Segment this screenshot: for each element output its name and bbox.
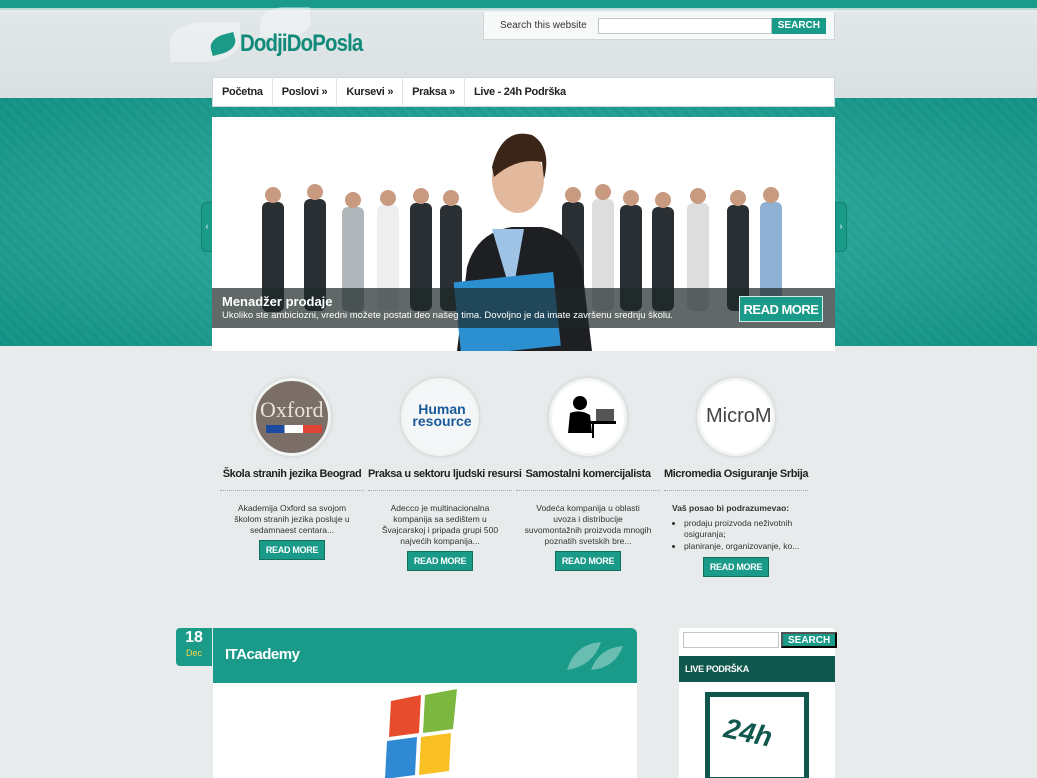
feature-read-more-button[interactable]: READ MORE	[702, 557, 770, 577]
search-input[interactable]	[598, 17, 772, 34]
featured-jobs: Oxford Škola stranih jezika Beograd Akad…	[220, 378, 840, 608]
feature-text: Vodeća kompanija u oblasti uvoza i distr…	[524, 503, 652, 546]
chevron-left-icon: ‹	[205, 221, 209, 231]
list-item: prodaju proizvoda neživotnih osiguranja;	[684, 518, 808, 540]
micromedia-logo-text: MicroM	[706, 405, 772, 427]
feature-title[interactable]: Praksa u sektoru ljudski resursi	[368, 468, 522, 491]
support-24h-badge[interactable]: 24h	[705, 692, 809, 778]
logo-text: DodjiDoPosla	[240, 30, 363, 57]
nav-item-praksa[interactable]: Praksa »	[403, 77, 466, 107]
nav-item-kursevi[interactable]: Kursevi »	[337, 77, 404, 107]
list-item: planiranje, organizovanje, ko...	[684, 541, 808, 552]
hero-slider[interactable]: Menadžer prodaje Ukoliko ste ambiciozni,…	[212, 117, 835, 351]
search-label: Search this website	[500, 20, 587, 31]
oxford-image[interactable]: Oxford	[253, 378, 331, 456]
feature-card: Human resource Praksa u sektoru ljudski …	[368, 378, 522, 571]
slide-text: Ukoliko ste ambiciozni, vredni možete po…	[222, 310, 673, 321]
feature-card: Samostalni komercijalista Vodeća kompani…	[516, 378, 660, 571]
office-silhouette-icon	[568, 396, 616, 438]
feature-title[interactable]: Samostalni komercijalista	[516, 468, 660, 491]
post-month: Dec	[185, 648, 202, 658]
slide-read-more-button[interactable]: READ MORE	[739, 296, 823, 322]
feature-text: Akademija Oxford sa svojom školom strani…	[234, 503, 350, 535]
sidebar-search: SEARCH	[679, 628, 838, 652]
post-date-badge: 18 Dec	[176, 628, 212, 666]
feature-card: MicroM Micromedia Osiguranje Srbija Vaš …	[664, 378, 808, 577]
feature-read-more-button[interactable]: READ MORE	[554, 551, 622, 571]
badge-24h-text: 24h	[721, 712, 776, 753]
chevron-right-icon: ›	[839, 221, 843, 231]
feature-title[interactable]: Micromedia Osiguranje Srbija	[664, 468, 808, 491]
slider-caption: Menadžer prodaje Ukoliko ste ambiciozni,…	[212, 288, 835, 328]
slider-next-button[interactable]: ›	[835, 202, 847, 252]
sidebar-search-input[interactable]	[683, 632, 779, 648]
live-support-title: LIVE PODRŠKA	[679, 656, 835, 682]
slide-title: Menadžer prodaje	[222, 294, 333, 309]
micromedia-logo-image[interactable]: MicroM	[697, 378, 775, 456]
feature-card: Oxford Škola stranih jezika Beograd Akad…	[220, 378, 364, 560]
nav-item-poslovi[interactable]: Poslovi »	[273, 77, 338, 107]
header-search: Search this website SEARCH	[483, 12, 835, 40]
office-silhouette-image[interactable]	[549, 378, 627, 456]
main-nav: Početna Poslovi » Kursevi » Praksa » Liv…	[212, 77, 835, 107]
oxford-image-text: Oxford	[260, 397, 324, 422]
blog-post: ITAcademy	[213, 628, 637, 778]
nav-item-live-support[interactable]: Live - 24h Podrška	[465, 77, 575, 107]
human-resource-image[interactable]: Human resource	[401, 378, 479, 456]
site-logo[interactable]: DodjiDoPosla	[208, 30, 384, 58]
sidebar-search-button[interactable]: SEARCH	[781, 632, 838, 648]
sidebar: SEARCH LIVE PODRŠKA 24h	[679, 628, 838, 778]
feature-read-more-button[interactable]: READ MORE	[258, 540, 326, 560]
nav-item-pocetna[interactable]: Početna	[213, 77, 273, 107]
feature-read-more-button[interactable]: READ MORE	[406, 551, 474, 571]
post-header: ITAcademy	[213, 628, 637, 683]
microsoft-logo-image	[385, 689, 457, 778]
search-button[interactable]: SEARCH	[771, 17, 826, 34]
post-day: 18	[185, 629, 203, 646]
feature-title[interactable]: Škola stranih jezika Beograd	[220, 468, 364, 491]
feature-intro: Vaš posao bi podrazumevao:	[672, 503, 790, 513]
top-accent-bar	[0, 0, 1037, 10]
feature-list: prodaju proizvoda neživotnih osiguranja;…	[664, 518, 808, 552]
post-title[interactable]: ITAcademy	[225, 646, 300, 663]
feature-text: Adecco je multinacionalna kompanija sa s…	[381, 503, 499, 546]
leaf-decoration-icon	[567, 642, 623, 670]
leaf-logo-icon	[208, 31, 238, 57]
human-resource-image-text: Human resource	[412, 401, 472, 429]
